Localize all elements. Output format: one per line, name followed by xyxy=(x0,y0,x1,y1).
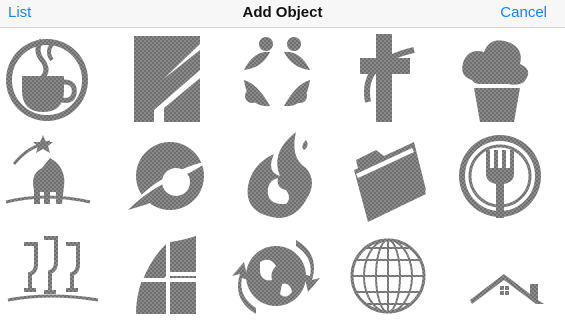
folder-icon[interactable] xyxy=(332,130,442,230)
cancel-button[interactable]: Cancel xyxy=(500,4,547,21)
house-roof-icon[interactable] xyxy=(442,230,552,330)
globe-arrows-icon[interactable] xyxy=(222,230,332,330)
flame-icon[interactable] xyxy=(222,130,332,230)
swoosh-circle-icon[interactable] xyxy=(112,130,222,230)
building-columns-icon[interactable] xyxy=(112,30,222,130)
navigation-bar: List Add Object Cancel xyxy=(0,0,565,28)
fork-plate-icon[interactable] xyxy=(442,130,552,230)
cupcake-icon[interactable] xyxy=(442,30,552,130)
church-cross-icon[interactable] xyxy=(332,30,442,130)
bear-icon[interactable] xyxy=(2,130,112,230)
champagne-glasses-icon[interactable] xyxy=(2,230,112,330)
four-people-circle-icon[interactable] xyxy=(222,30,332,130)
wireframe-globe-icon[interactable] xyxy=(332,230,442,330)
object-grid xyxy=(0,28,565,320)
page-title: Add Object xyxy=(242,4,323,21)
coffee-cup-icon[interactable] xyxy=(2,30,112,130)
sail-tiles-icon[interactable] xyxy=(112,230,222,330)
